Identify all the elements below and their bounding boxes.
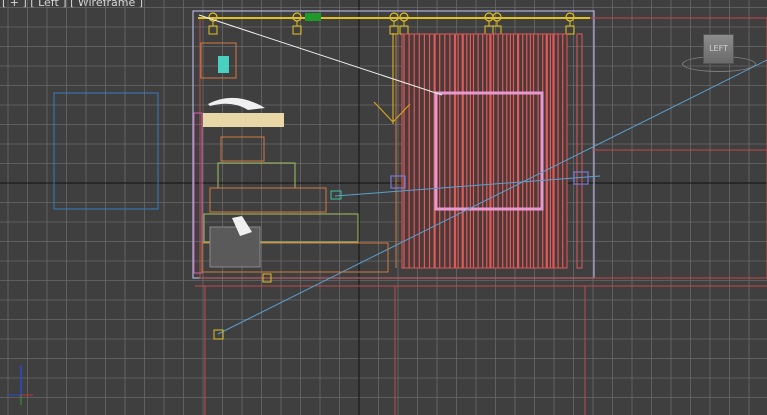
drawer-2[interactable] (217, 162, 296, 189)
top-lights[interactable] (208, 12, 575, 35)
lamp-shade-icon[interactable] (208, 97, 265, 110)
light-icon (565, 12, 575, 35)
axis-tripod-icon (8, 365, 33, 405)
drawer-1[interactable] (220, 136, 265, 162)
viewcube[interactable]: LEFT (676, 28, 760, 74)
grid (0, 0, 767, 415)
left-wireframe-viewport[interactable]: [ + ] [ Left ] [ Wireframe ] LEFT (0, 0, 767, 415)
tall-panel[interactable] (193, 112, 203, 274)
light-icon (484, 12, 494, 35)
light-icon (208, 12, 218, 35)
drawer-3[interactable] (209, 187, 327, 213)
light-icon (399, 12, 409, 35)
scene-canvas[interactable] (0, 0, 767, 415)
viewcube-face[interactable]: LEFT (703, 34, 734, 64)
light-icon (389, 12, 399, 35)
light-icon[interactable] (213, 329, 224, 340)
chair-block[interactable] (209, 226, 261, 268)
light-icon (292, 12, 302, 35)
curtain-rod-right[interactable] (576, 33, 583, 269)
light-icon (492, 12, 502, 35)
cyan-item[interactable] (218, 56, 229, 73)
counter-top[interactable] (203, 113, 284, 127)
green-fixture[interactable] (305, 13, 321, 21)
left-viewport-box[interactable] (53, 92, 159, 210)
